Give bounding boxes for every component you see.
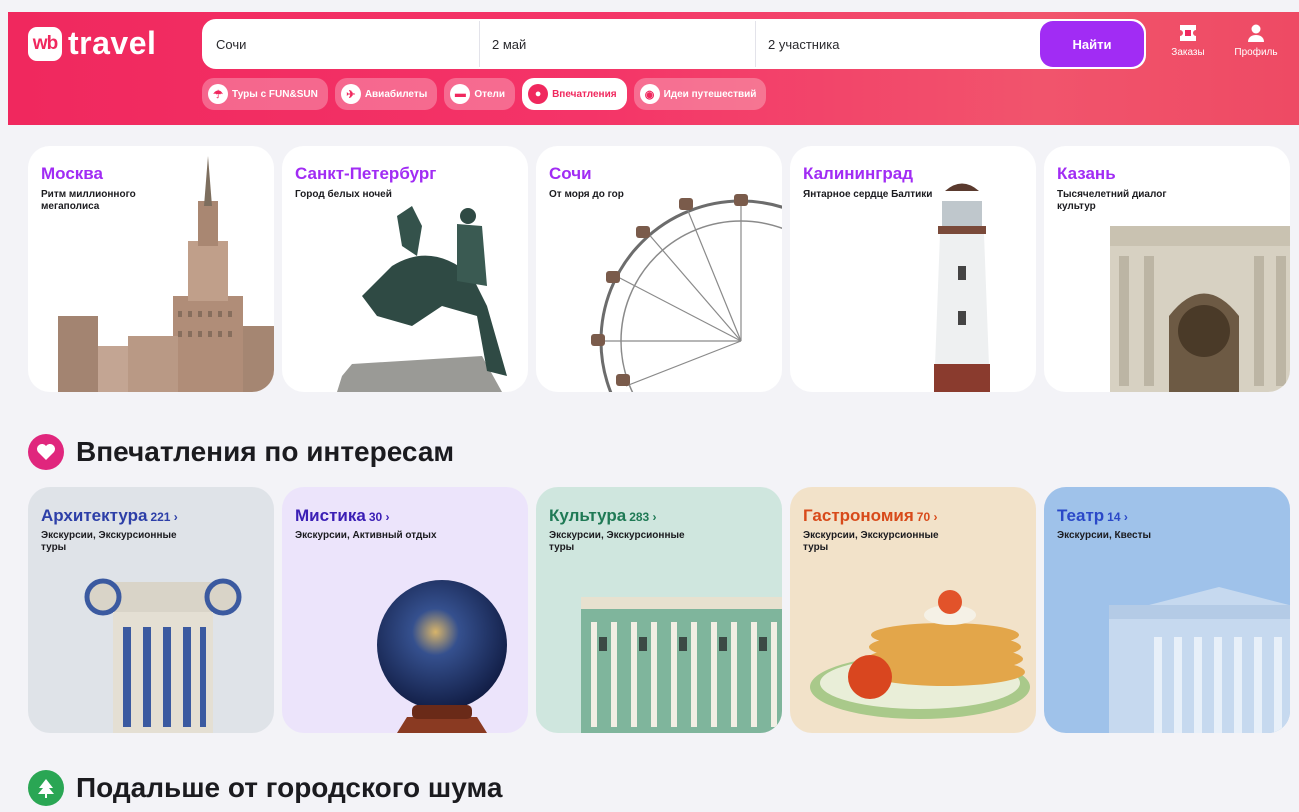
bed-icon: ▬	[450, 84, 471, 104]
interest-count: 283 ›	[629, 510, 657, 524]
interest-count: 14 ›	[1107, 510, 1128, 524]
city-subtitle: Город белых ночей	[295, 189, 392, 200]
section-title-text: Впечатления по интересам	[76, 436, 455, 467]
section-title-text: Подальше от городского шума	[76, 772, 503, 803]
destination-field[interactable]: Сочи	[204, 21, 480, 67]
top-header: wb travel Сочи 2 май 2 участника Найти З…	[8, 12, 1299, 125]
city-card-kazan[interactable]: Казань Тысячелетний диалог культур	[1044, 146, 1290, 392]
interest-name: Культура 283 ›	[549, 506, 657, 525]
search-bar: Сочи 2 май 2 участника Найти	[202, 19, 1146, 69]
heart-icon	[28, 434, 64, 470]
interest-cards: Архитектура 221 › Экскурсии, Экскурсионны…	[28, 487, 1290, 733]
section-title-interests: Впечатления по интересам	[28, 434, 454, 470]
city-subtitle: Янтарное сердце Балтики	[803, 189, 933, 200]
city-subtitle: Тысячелетний диалог культур	[1057, 189, 1167, 212]
interest-subtitle: Экскурсии, Квесты	[1057, 530, 1152, 541]
user-icon	[1245, 22, 1267, 44]
search-button[interactable]: Найти	[1040, 21, 1144, 67]
logo-badge: wb	[28, 26, 62, 61]
interest-card-theatre[interactable]: Театр 14 › Экскурсии, Квесты	[1044, 487, 1290, 733]
interest-subtitle: Экскурсии, Экскурсионные туры	[41, 530, 177, 553]
chip-travel-ideas[interactable]: ◉ Идеи путешествий	[633, 78, 767, 110]
interest-count: 70 ›	[916, 510, 938, 524]
wb-travel-logo[interactable]: wb travel	[28, 25, 156, 62]
city-cards: Москва Ритм миллионного мегаполиса Санкт…	[28, 146, 1290, 392]
interest-subtitle: Экскурсии, Экскурсионные туры	[549, 530, 685, 553]
city-name: Казань	[1057, 164, 1116, 183]
chip-label: Авиабилеты	[364, 88, 428, 100]
interest-card-gastronomy[interactable]: Гастрономия 70 › Экскурсии, Экскурсионные…	[790, 487, 1036, 733]
date-field[interactable]: 2 май	[480, 21, 756, 67]
interest-name: Театр 14 ›	[1057, 506, 1128, 525]
city-card-sochi[interactable]: Сочи От моря до гор	[536, 146, 782, 392]
plane-icon: ✈	[340, 84, 361, 104]
chip-experiences[interactable]: ● Впечатления	[522, 78, 627, 110]
city-subtitle: От моря до гор	[549, 189, 624, 200]
city-card-spb[interactable]: Санкт-Петербург Город белых ночей	[282, 146, 528, 392]
interest-name: Гастрономия 70 ›	[803, 506, 938, 525]
chip-tours[interactable]: ☂ Туры с FUN&SUN	[202, 78, 328, 110]
category-chips: ☂ Туры с FUN&SUN ✈ Авиабилеты ▬ Отели ● …	[202, 78, 767, 110]
city-name: Санкт-Петербург	[295, 164, 437, 183]
interest-subtitle: Экскурсии, Экскурсионные туры	[803, 530, 939, 553]
interest-card-architecture[interactable]: Архитектура 221 › Экскурсии, Экскурсионны…	[28, 487, 274, 733]
orders-label: Заказы	[1171, 47, 1205, 58]
beach-umbrella-icon: ☂	[208, 84, 228, 104]
interest-name: Мистика 30 ›	[295, 506, 390, 525]
profile-label: Профиль	[1234, 47, 1278, 58]
chip-label: Отели	[474, 88, 506, 100]
interest-card-culture[interactable]: Культура 283 › Экскурсии, Экскурсионные т…	[536, 487, 782, 733]
city-subtitle: Ритм миллионного мегаполиса	[41, 189, 136, 212]
city-card-kaliningrad[interactable]: Калининград Янтарное сердце Балтики	[790, 146, 1036, 392]
chip-label: Туры с FUN&SUN	[232, 88, 318, 100]
interest-count: 30 ›	[368, 510, 390, 524]
tree-icon	[28, 770, 64, 806]
section-title-nature: Подальше от городского шума	[28, 770, 502, 806]
chip-flights[interactable]: ✈ Авиабилеты	[334, 78, 438, 110]
globe-icon: ◉	[639, 84, 660, 104]
chip-hotels[interactable]: ▬ Отели	[444, 78, 516, 110]
interest-card-mystic[interactable]: Мистика 30 › Экскурсии, Активный отдых	[282, 487, 528, 733]
balloon-icon: ●	[528, 84, 549, 104]
interest-count: 221 ›	[150, 510, 178, 524]
city-name: Калининград	[803, 164, 913, 183]
chip-label: Идеи путешествий	[663, 88, 757, 100]
city-name: Москва	[41, 164, 103, 183]
profile-button[interactable]: Профиль	[1231, 22, 1281, 58]
city-card-moscow[interactable]: Москва Ритм миллионного мегаполиса	[28, 146, 274, 392]
orders-button[interactable]: Заказы	[1163, 22, 1213, 58]
interest-subtitle: Экскурсии, Активный отдых	[295, 530, 437, 541]
interest-name: Архитектура 221 ›	[41, 506, 178, 525]
city-name: Сочи	[549, 164, 592, 183]
logo-text: travel	[68, 25, 157, 61]
chip-label: Впечатления	[552, 88, 617, 100]
ticket-icon	[1177, 22, 1199, 44]
